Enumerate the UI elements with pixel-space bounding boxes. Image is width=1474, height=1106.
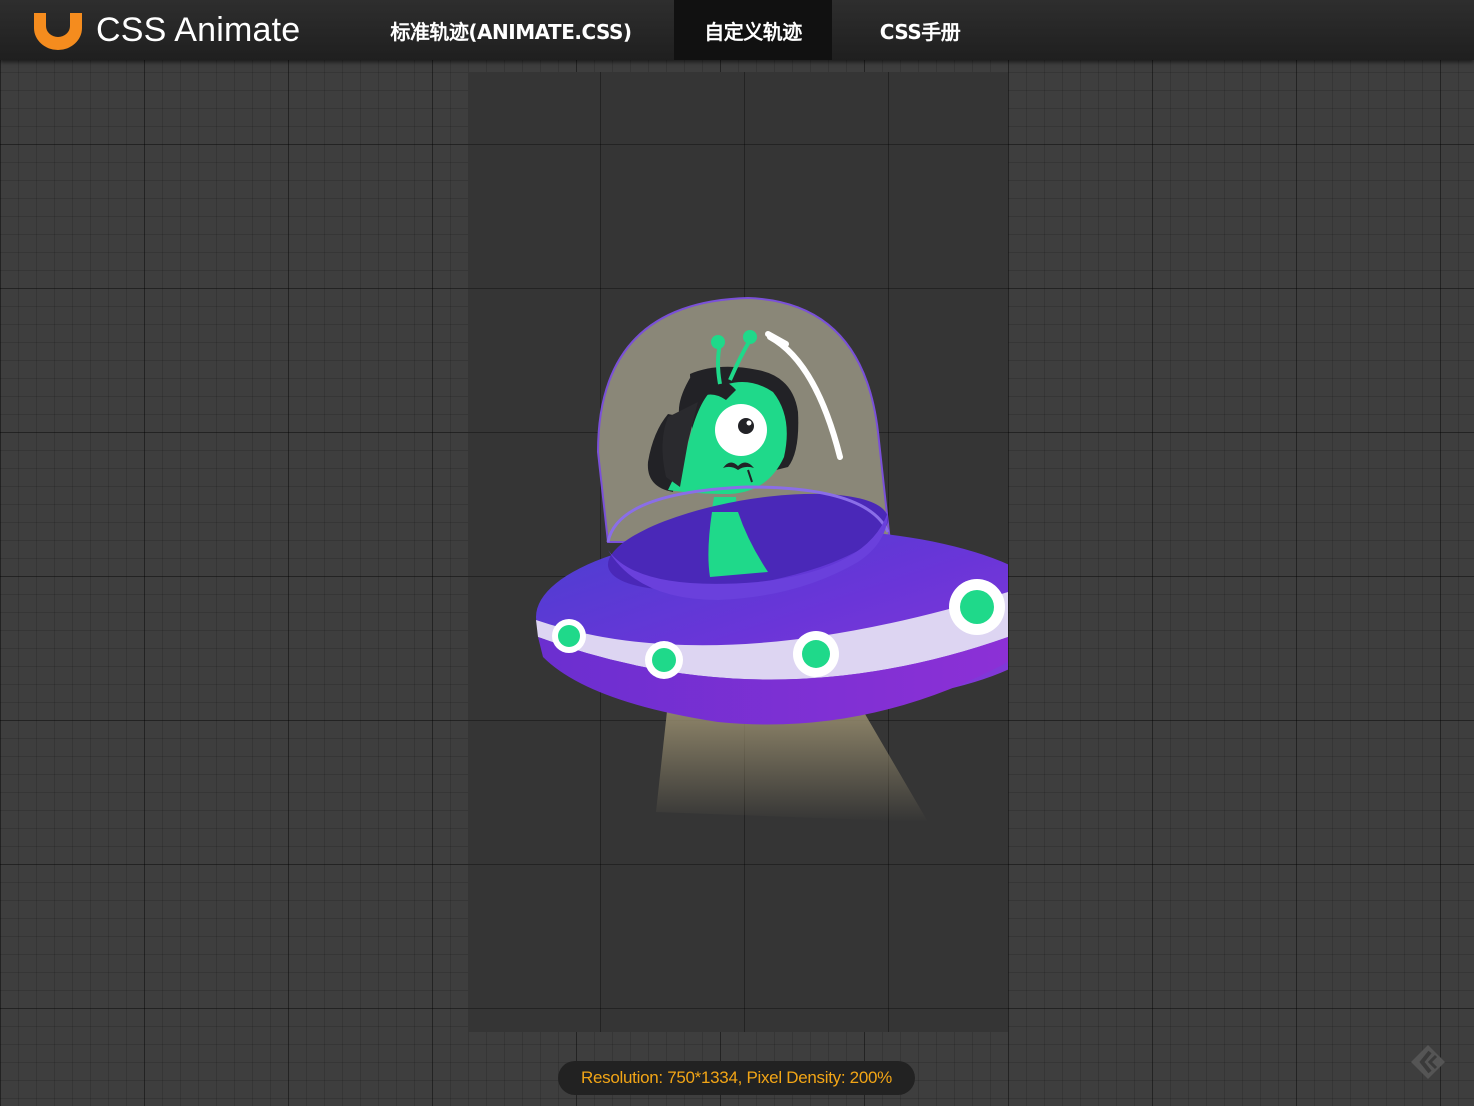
logo-text: CSS Animate	[96, 10, 301, 49]
nav-tab-animate-css[interactable]: 标准轨迹(ANIMATE.CSS)	[370, 0, 652, 60]
alien-ufo-illustration	[536, 296, 1008, 822]
resolution-status-text: Resolution: 750*1334, Pixel Density: 200…	[581, 1068, 892, 1087]
nav-tab-custom-track[interactable]: 自定义轨迹	[674, 0, 832, 60]
feedback-icon[interactable]	[1408, 1042, 1448, 1082]
top-navigation-bar: CSS Animate 标准轨迹(ANIMATE.CSS) 自定义轨迹 CSS手…	[0, 0, 1474, 60]
resolution-status-badge: Resolution: 750*1334, Pixel Density: 200…	[558, 1061, 915, 1095]
phone-preview-canvas	[468, 72, 1008, 1032]
didi-logo-icon	[34, 13, 82, 50]
nav-tab-css-manual[interactable]: CSS手册	[850, 0, 990, 60]
logo[interactable]: CSS Animate	[30, 6, 300, 54]
